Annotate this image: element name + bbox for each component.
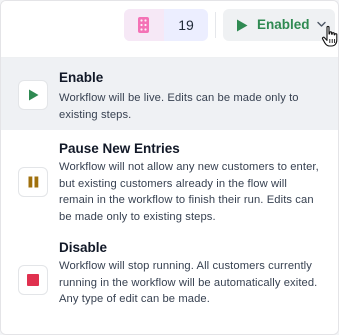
menu-item-title: Disable <box>59 240 108 255</box>
menu-item-description: Workflow will not allow any new customer… <box>59 161 319 223</box>
count-value: 19 <box>178 17 194 33</box>
stop-icon <box>27 274 39 286</box>
menu-item-disable[interactable]: Disable Workflow will stop running. All … <box>1 230 338 334</box>
play-icon <box>29 89 39 101</box>
hand-cursor-icon <box>321 25 338 47</box>
stop-icon-box <box>18 265 48 295</box>
status-label: Enabled <box>257 17 310 32</box>
status-menu: Enable Workflow will be live. Edits can … <box>1 57 338 334</box>
play-icon <box>237 19 248 32</box>
menu-item-title: Pause New Entries <box>59 141 180 156</box>
menu-item-pause-new-entries[interactable]: Pause New Entries Workflow will not allo… <box>1 130 338 230</box>
toolbar: 19 Enabled <box>1 1 338 51</box>
enable-icon-box <box>18 80 48 110</box>
menu-item-description: Workflow will stop running. All customer… <box>59 260 318 305</box>
menu-item-enable[interactable]: Enable Workflow will be live. Edits can … <box>1 58 338 130</box>
workflow-status-panel: 19 Enabled Enable Workflow will be live.… <box>0 0 339 335</box>
status-dropdown-button[interactable]: Enabled <box>223 9 335 41</box>
pause-icon-box <box>18 167 48 197</box>
toolbar-divider <box>215 12 216 38</box>
grid-dots-icon <box>138 17 149 33</box>
pause-icon <box>28 176 39 188</box>
count-chip-icon-area <box>124 9 164 41</box>
count-chip[interactable]: 19 <box>124 9 208 41</box>
menu-item-description: Workflow will be live. Edits can be made… <box>59 92 299 121</box>
menu-item-title: Enable <box>59 70 104 85</box>
